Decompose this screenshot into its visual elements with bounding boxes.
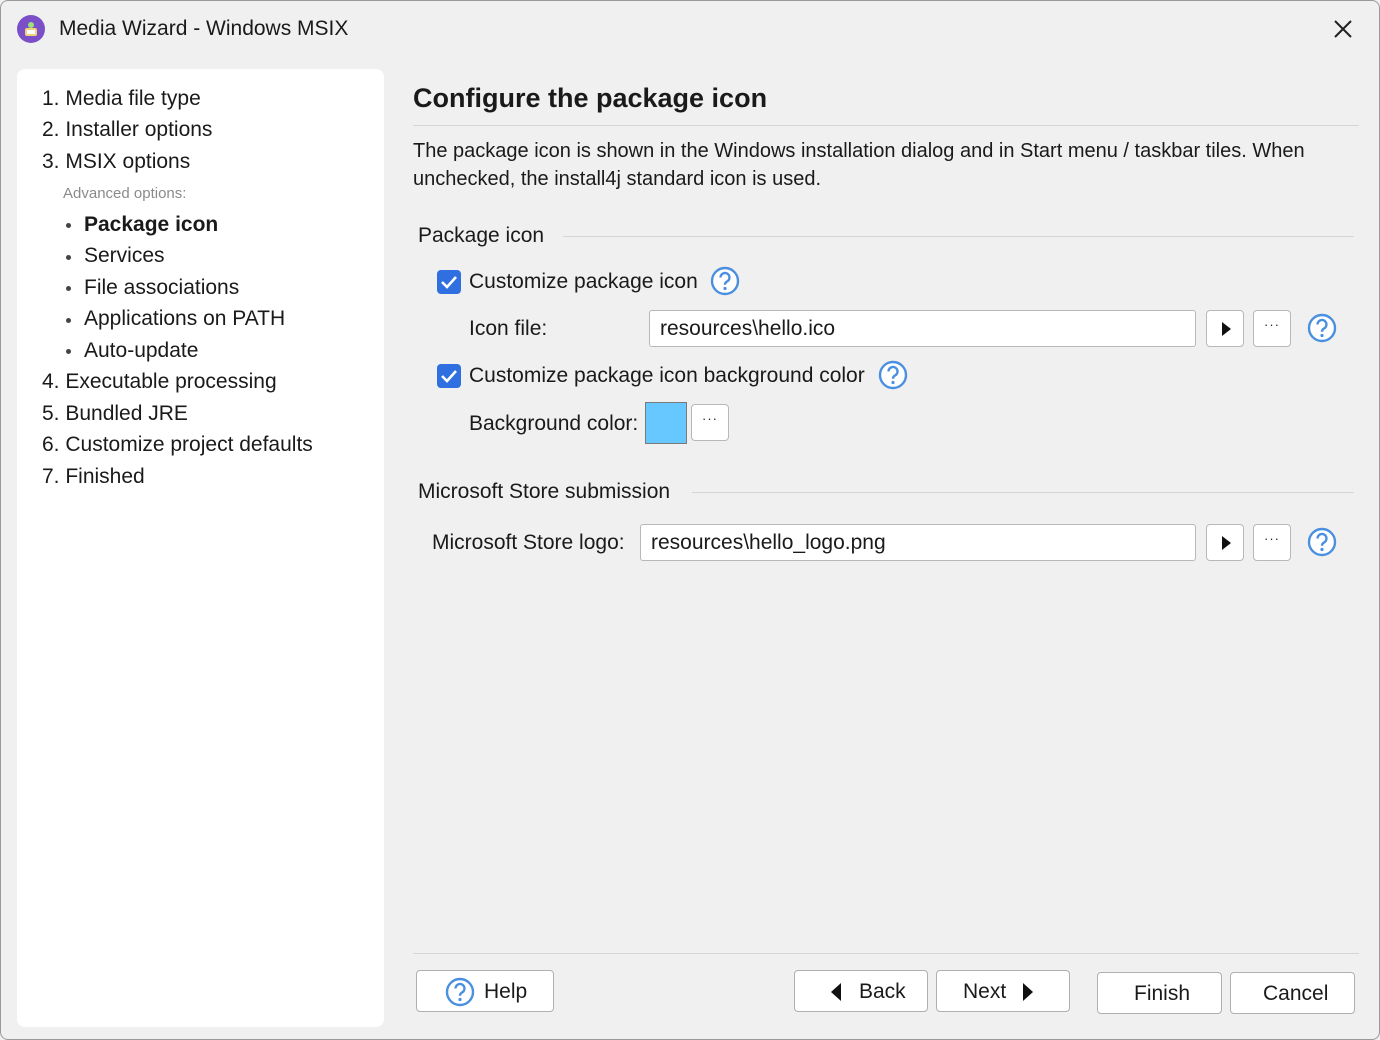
app-icon	[17, 15, 45, 43]
nav-step-customize-project-defaults[interactable]: 6. Customize project defaults	[42, 433, 313, 457]
footer-divider	[413, 953, 1359, 954]
store-logo-menu-button[interactable]	[1206, 524, 1244, 561]
play-arrow-icon	[1222, 536, 1231, 550]
customize-package-icon-checkbox[interactable]	[437, 270, 461, 294]
next-button[interactable]: Next	[936, 970, 1070, 1012]
package-icon-section-title: Package icon	[418, 224, 545, 247]
cancel-button-label: Cancel	[1263, 982, 1329, 1005]
bullet	[66, 255, 71, 260]
store-logo-label: Microsoft Store logo:	[432, 531, 625, 554]
store-logo-browse-button[interactable]: ···	[1253, 524, 1291, 561]
nav-step-finished[interactable]: 7. Finished	[42, 465, 145, 489]
heading-divider	[413, 125, 1359, 126]
nav-sub-applications-on-path[interactable]: Applications on PATH	[84, 307, 285, 331]
nav-step-bundled-jre[interactable]: 5. Bundled JRE	[42, 402, 188, 426]
customize-bg-color-checkbox[interactable]	[437, 364, 461, 388]
help-icon	[445, 977, 475, 1007]
section-divider	[563, 236, 1354, 237]
cancel-button[interactable]: Cancel	[1230, 972, 1355, 1014]
nav-sub-auto-update[interactable]: Auto-update	[84, 339, 198, 363]
icon-file-label: Icon file:	[469, 317, 548, 340]
store-logo-input[interactable]: resources\hello_logo.png	[640, 524, 1196, 561]
help-icon[interactable]	[710, 266, 740, 296]
background-color-swatch[interactable]	[645, 402, 687, 444]
finish-button-label: Finish	[1134, 982, 1191, 1005]
page-heading: Configure the package icon	[413, 83, 768, 113]
nav-sub-package-icon[interactable]: Package icon	[84, 213, 218, 237]
customize-package-icon-label[interactable]: Customize package icon	[469, 270, 698, 294]
step-navigation: 1. Media file type 2. Installer options …	[17, 69, 384, 1027]
help-icon[interactable]	[878, 360, 908, 390]
close-icon	[1334, 20, 1352, 38]
back-button[interactable]: Back	[794, 970, 928, 1012]
background-color-browse-button[interactable]: ···	[691, 404, 729, 441]
store-section-title: Microsoft Store submission	[418, 480, 671, 503]
ellipsis-icon: ···	[1264, 317, 1280, 332]
window-title: Media Wizard - Windows MSIX	[59, 17, 349, 40]
background-color-label: Background color:	[469, 412, 639, 435]
customize-bg-color-label[interactable]: Customize package icon background color	[469, 364, 865, 388]
checkmark-icon	[441, 276, 457, 289]
icon-file-menu-button[interactable]	[1206, 310, 1244, 347]
finish-button[interactable]: Finish	[1097, 972, 1222, 1014]
title-bar: Media Wizard - Windows MSIX	[1, 1, 1379, 57]
bullet	[66, 223, 71, 228]
nav-sub-services[interactable]: Services	[84, 244, 165, 268]
nav-step-executable-processing[interactable]: 4. Executable processing	[42, 370, 277, 394]
back-arrow-icon	[831, 983, 841, 1001]
help-button[interactable]: Help	[416, 970, 554, 1012]
bullet	[66, 349, 71, 354]
nav-sub-file-associations[interactable]: File associations	[84, 276, 239, 300]
icon-file-input[interactable]: resources\hello.ico	[649, 310, 1196, 347]
nav-step-media-file-type[interactable]: 1. Media file type	[42, 87, 201, 111]
bullet	[66, 286, 71, 291]
next-arrow-icon	[1023, 983, 1033, 1001]
icon-file-browse-button[interactable]: ···	[1253, 310, 1291, 347]
nav-step-msix-options[interactable]: 3. MSIX options	[42, 150, 190, 174]
nav-step-installer-options[interactable]: 2. Installer options	[42, 118, 212, 142]
play-arrow-icon	[1222, 322, 1231, 336]
checkmark-icon	[441, 370, 457, 383]
help-button-label: Help	[484, 980, 528, 1003]
help-icon[interactable]	[1307, 313, 1337, 343]
bullet	[66, 318, 71, 323]
ellipsis-icon: ···	[1264, 531, 1280, 546]
back-button-label: Back	[859, 980, 906, 1003]
ellipsis-icon: ···	[702, 411, 718, 426]
page-description: The package icon is shown in the Windows…	[413, 140, 1305, 190]
help-icon[interactable]	[1307, 527, 1337, 557]
wizard-window: Media Wizard - Windows MSIX 1. Media fil…	[0, 0, 1380, 1040]
close-button[interactable]	[1323, 11, 1363, 47]
section-divider	[692, 492, 1354, 493]
advanced-options-label: Advanced options:	[63, 185, 187, 202]
next-button-label: Next	[963, 980, 1007, 1003]
